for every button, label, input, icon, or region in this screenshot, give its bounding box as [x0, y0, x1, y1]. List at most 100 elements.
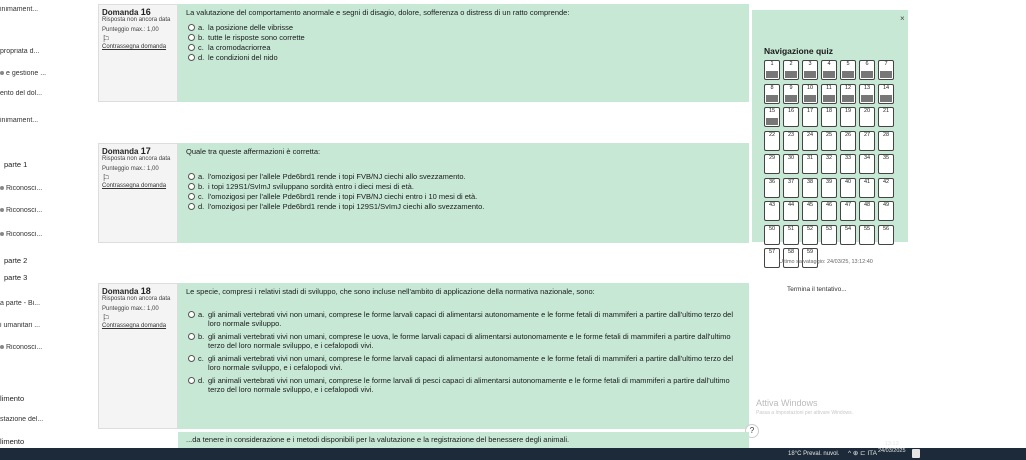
sidebar-item[interactable]: Riconosci... — [0, 207, 96, 214]
sidebar-item[interactable]: inimament... — [0, 6, 96, 13]
sidebar-section[interactable]: parte 3 — [4, 273, 100, 282]
quiz-nav-button[interactable]: 47 — [840, 201, 856, 221]
radio-button[interactable] — [188, 34, 195, 41]
answer-option[interactable]: c. l'omozigosi per l'allele Pde6brd1 rend… — [186, 192, 741, 201]
sidebar-item[interactable]: Riconosci... — [0, 231, 96, 238]
quiz-nav-button[interactable]: 24 — [802, 130, 818, 151]
quiz-nav-button[interactable]: 55 — [859, 224, 875, 245]
quiz-nav-button[interactable]: 44 — [783, 201, 799, 221]
quiz-nav-button[interactable]: 14 — [878, 83, 894, 104]
quiz-nav-button[interactable]: 10 — [802, 83, 818, 104]
quiz-nav-button[interactable]: 40 — [840, 177, 856, 198]
answer-option[interactable]: a. la posizione delle vibrisse — [186, 23, 741, 32]
quiz-nav-button[interactable]: 21 — [878, 107, 894, 127]
flag-question-link[interactable]: Contrassegna domanda — [102, 323, 174, 329]
answer-option[interactable]: c. la cromodacriorrea — [186, 43, 741, 52]
radio-button[interactable] — [188, 173, 195, 180]
answer-option[interactable]: b. gli animali vertebrati vivi non umani,… — [186, 332, 741, 350]
sidebar-item[interactable]: i umanitari ... — [0, 322, 96, 329]
flag-question-link[interactable]: Contrassegna domanda — [102, 183, 174, 189]
radio-button[interactable] — [188, 193, 195, 200]
quiz-nav-button[interactable]: 7 — [878, 60, 894, 80]
quiz-nav-button[interactable]: 19 — [840, 107, 856, 127]
quiz-nav-button[interactable]: 30 — [783, 154, 799, 174]
weather-widget[interactable]: 18°C Preval. nuvol. — [788, 448, 839, 460]
quiz-nav-button[interactable]: 3 — [802, 60, 818, 80]
quiz-nav-button[interactable]: 2 — [783, 60, 799, 80]
radio-button[interactable] — [188, 24, 195, 31]
flag-icon[interactable]: ⚐ — [102, 173, 174, 183]
quiz-nav-button[interactable]: 16 — [783, 107, 799, 127]
quiz-nav-button[interactable]: 5 — [840, 60, 856, 80]
sidebar-item[interactable]: propriata d... — [0, 48, 96, 55]
sidebar-item[interactable]: stazione del... — [0, 416, 96, 423]
quiz-nav-button[interactable]: 59 — [802, 248, 818, 268]
quiz-nav-button[interactable]: 39 — [821, 177, 837, 198]
quiz-nav-button[interactable]: 27 — [859, 130, 875, 151]
answer-option[interactable]: a. l'omozigosi per l'allele Pde6brd1 rend… — [186, 172, 741, 181]
quiz-nav-button[interactable]: 20 — [859, 107, 875, 127]
quiz-nav-button[interactable]: 38 — [802, 177, 818, 198]
quiz-nav-button[interactable]: 58 — [783, 248, 799, 268]
quiz-nav-button[interactable]: 25 — [821, 130, 837, 151]
quiz-nav-button[interactable]: 53 — [821, 224, 837, 245]
quiz-nav-button[interactable]: 54 — [840, 224, 856, 245]
quiz-nav-button[interactable]: 41 — [859, 177, 875, 198]
sidebar-item[interactable]: e gestione ... — [0, 70, 96, 77]
quiz-nav-button[interactable]: 26 — [840, 130, 856, 151]
radio-button[interactable] — [188, 311, 195, 318]
quiz-nav-button[interactable]: 13 — [859, 83, 875, 104]
quiz-nav-button[interactable]: 32 — [821, 154, 837, 174]
quiz-nav-button[interactable]: 33 — [840, 154, 856, 174]
radio-button[interactable] — [188, 333, 195, 340]
quiz-nav-button[interactable]: 23 — [783, 130, 799, 151]
quiz-nav-button[interactable]: 17 — [802, 107, 818, 127]
sidebar-item[interactable]: Riconosci... — [0, 185, 96, 192]
flag-question-link[interactable]: Contrassegna domanda — [102, 44, 174, 50]
answer-option[interactable]: d. le condizioni del nido — [186, 53, 741, 62]
quiz-nav-button[interactable]: 22 — [764, 130, 780, 151]
quiz-nav-button[interactable]: 4 — [821, 60, 837, 80]
quiz-nav-button[interactable]: 12 — [840, 83, 856, 104]
answer-option[interactable]: c. gli animali vertebrati vivi non umani,… — [186, 354, 741, 372]
close-icon[interactable]: × — [900, 14, 905, 23]
quiz-nav-button[interactable]: 52 — [802, 224, 818, 245]
answer-option[interactable]: d. gli animali vertebrati vivi non umani,… — [186, 376, 741, 394]
quiz-nav-button[interactable]: 56 — [878, 224, 894, 245]
quiz-nav-button[interactable]: 28 — [878, 130, 894, 151]
clock[interactable]: 13:13 24/03/2025 — [878, 441, 906, 455]
radio-button[interactable] — [188, 355, 195, 362]
quiz-nav-button[interactable]: 9 — [783, 83, 799, 104]
quiz-nav-button[interactable]: 48 — [859, 201, 875, 221]
flag-icon[interactable]: ⚐ — [102, 313, 174, 323]
quiz-nav-button[interactable]: 6 — [859, 60, 875, 80]
quiz-nav-button[interactable]: 34 — [859, 154, 875, 174]
quiz-nav-button[interactable]: 1 — [764, 60, 780, 80]
quiz-nav-button[interactable]: 36 — [764, 177, 780, 198]
quiz-nav-button[interactable]: 50 — [764, 224, 780, 245]
quiz-nav-button[interactable]: 37 — [783, 177, 799, 198]
quiz-nav-button[interactable]: 8 — [764, 83, 780, 104]
sidebar-section[interactable]: parte 1 — [4, 160, 100, 169]
answer-option[interactable]: b. i topi 129S1/SvImJ sviluppano sordità … — [186, 182, 741, 191]
finish-attempt-link[interactable]: Termina il tentativo... — [787, 286, 847, 293]
sidebar-section[interactable]: limento — [0, 394, 96, 403]
quiz-nav-button[interactable]: 46 — [821, 201, 837, 221]
quiz-nav-button[interactable]: 11 — [821, 83, 837, 104]
quiz-nav-button[interactable]: 31 — [802, 154, 818, 174]
quiz-nav-button[interactable]: 42 — [878, 177, 894, 198]
sidebar-item[interactable]: inimament... — [0, 117, 96, 124]
quiz-nav-button[interactable]: 49 — [878, 201, 894, 221]
sidebar-item[interactable]: ento del dol... — [0, 90, 96, 97]
quiz-nav-button[interactable]: 29 — [764, 154, 780, 174]
notification-icon[interactable] — [912, 449, 920, 458]
quiz-nav-button[interactable]: 18 — [821, 107, 837, 127]
answer-option[interactable]: a. gli animali vertebrati vivi non umani,… — [186, 310, 741, 328]
radio-button[interactable] — [188, 183, 195, 190]
answer-option[interactable]: b. tutte le risposte sono corrette — [186, 33, 741, 42]
flag-icon[interactable]: ⚐ — [102, 34, 174, 44]
sidebar-item[interactable]: Riconosci... — [0, 344, 96, 351]
radio-button[interactable] — [188, 377, 195, 384]
quiz-nav-button[interactable]: 35 — [878, 154, 894, 174]
radio-button[interactable] — [188, 44, 195, 51]
